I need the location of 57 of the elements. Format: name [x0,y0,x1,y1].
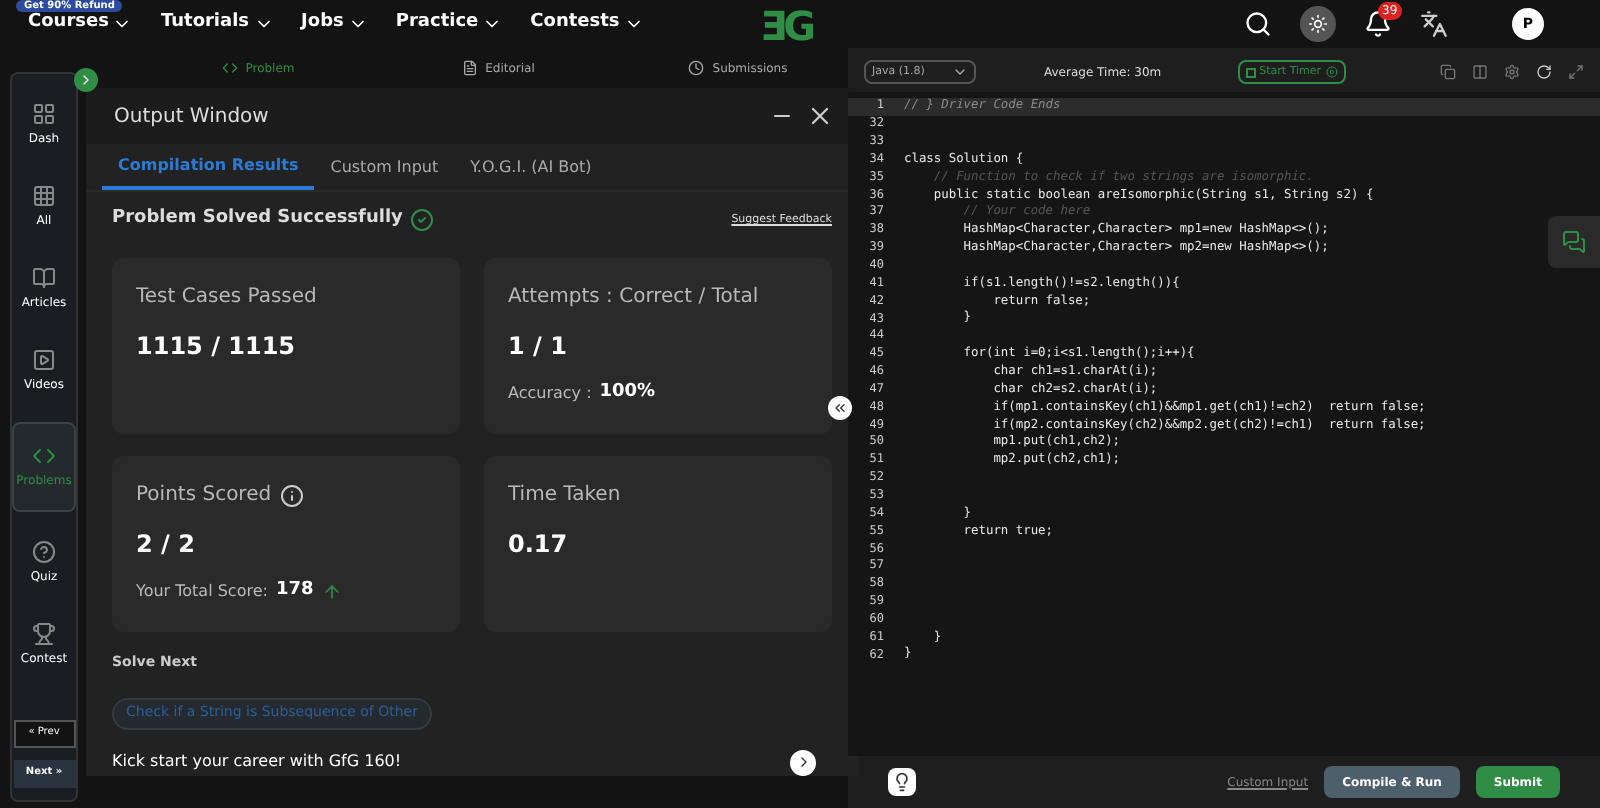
status-message: Problem Solved Successfully [112,206,403,233]
video-icon [32,348,56,372]
code-icon [32,444,56,468]
translate-icon[interactable] [1420,10,1448,38]
copy-icon[interactable] [1440,64,1456,80]
nav-menu[interactable]: Jobs [301,10,368,38]
stop-icon [1245,67,1256,77]
sun-icon [1308,14,1328,34]
chevron-right-icon [78,72,94,88]
close-icon[interactable] [806,102,834,130]
trophy-icon [32,622,56,646]
code-icon [221,60,238,76]
grid-icon [32,102,56,126]
arrow-up-icon [321,581,342,602]
hint-button[interactable] [888,768,916,796]
layout-icon[interactable] [1472,64,1488,80]
card-sub-value: 100% [599,380,656,406]
clock-icon [688,60,705,76]
check-circle-icon [410,208,435,232]
card-label: Points Scored [136,482,272,510]
card-sub-label: Accuracy : [508,381,592,406]
double-chevron-icon [832,400,848,416]
card-value: 1 / 1 [508,330,569,364]
output-tab[interactable]: Custom Input [314,144,455,190]
card-value: 0.17 [508,528,570,562]
theme-toggle[interactable] [1300,6,1336,42]
nav-menu[interactable]: Contests [530,10,644,38]
card-label: Test Cases Passed [136,284,317,312]
output-tab[interactable]: Compilation Results [102,144,315,190]
window-title: Output Window [114,103,269,131]
settings-icon[interactable] [1504,64,1520,80]
book-icon [32,266,56,290]
chat-icon [1562,230,1586,254]
chevron-down-icon [952,64,968,80]
card-sub-value: 178 [275,578,314,604]
reset-icon[interactable] [1536,64,1552,80]
card-sub-label: Your Total Score: [136,579,268,604]
next-arrow-button[interactable] [790,749,816,775]
logo[interactable]: ƎG [760,0,813,56]
expand-toggle[interactable] [74,68,98,92]
document-icon [461,60,478,76]
promo-text: Kick start your career with GfG 160! [112,750,402,774]
question-icon [32,540,56,564]
nav-menu[interactable]: Practice [395,10,503,38]
fullscreen-icon[interactable] [1568,64,1584,80]
card-value: 1115 / 1115 [136,330,298,364]
card-value: 2 / 2 [136,528,197,562]
apps-icon [32,184,56,208]
lightbulb-icon [892,772,912,792]
card-label: Attempts : Correct / Total [508,284,759,312]
nav-menu[interactable]: Courses [28,10,133,38]
chat-button[interactable] [1548,216,1600,268]
play-icon [1325,66,1338,78]
output-tab[interactable]: Y.O.G.I. (AI Bot) [454,144,608,190]
search-icon[interactable] [1244,10,1272,38]
card-label: Time Taken [508,482,621,510]
nav-menu[interactable]: Tutorials [160,10,274,38]
